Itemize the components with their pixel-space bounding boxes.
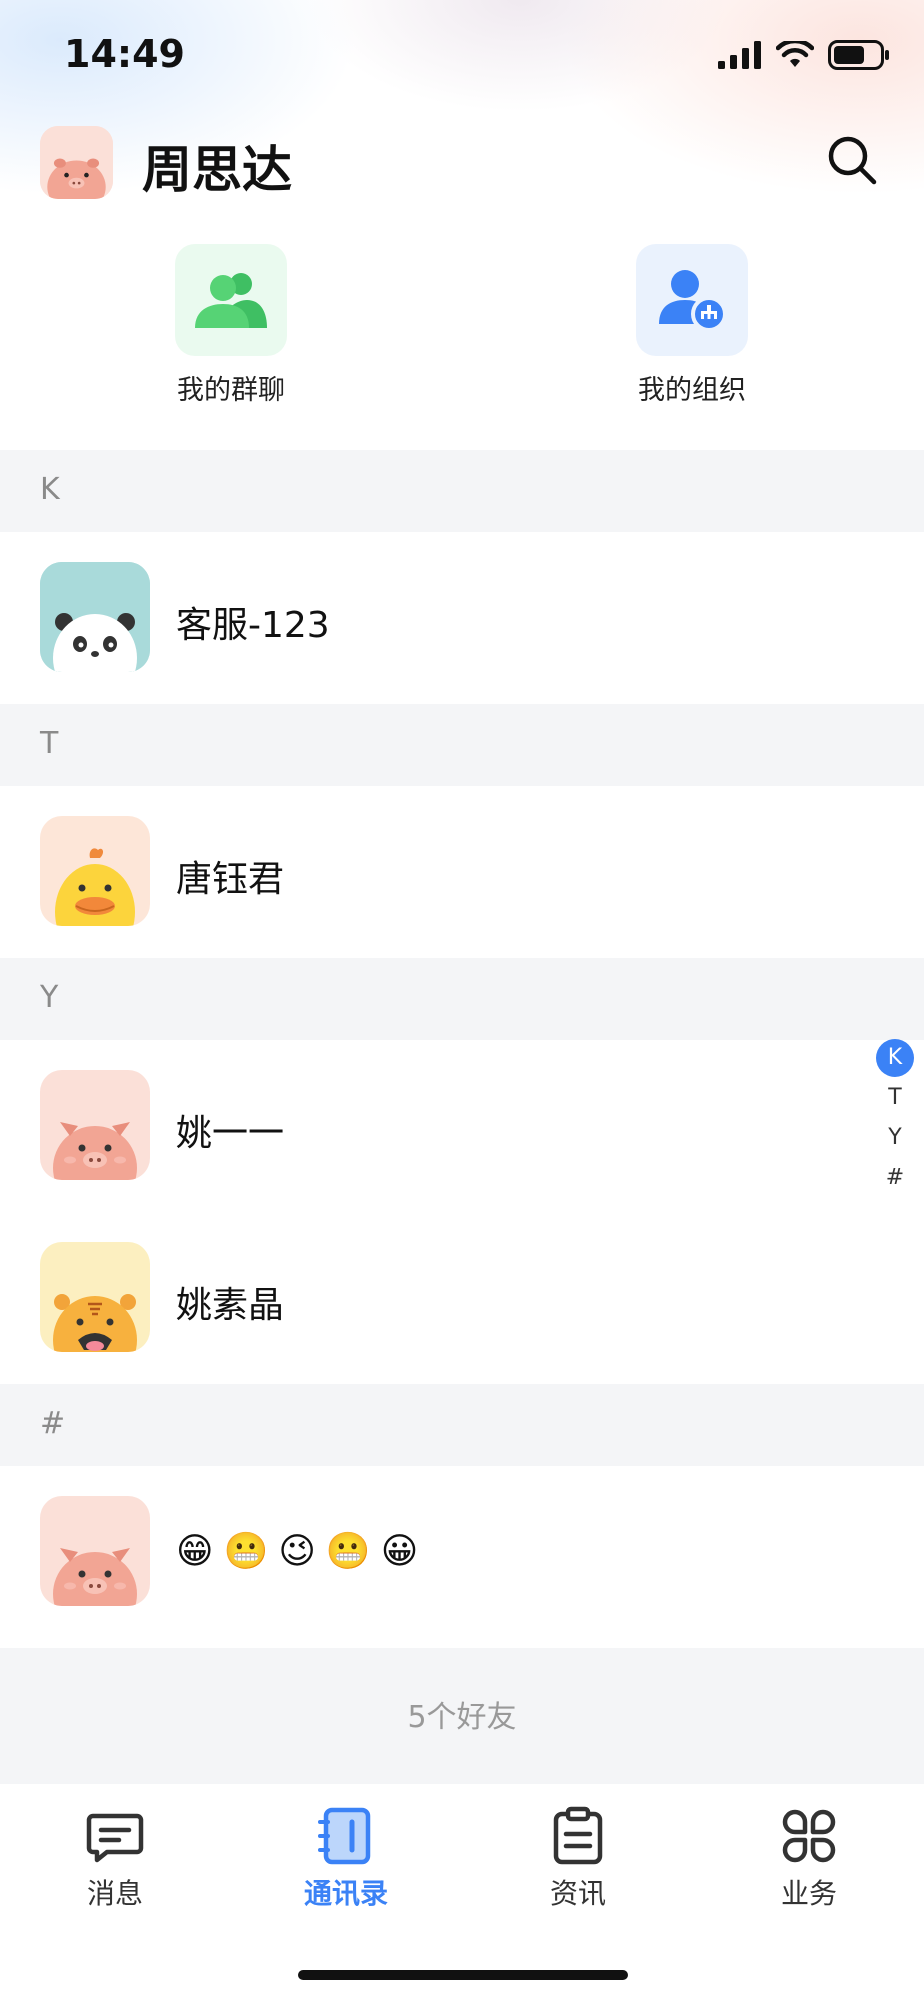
alphabet-index-bar[interactable]: K T Y #: [874, 1038, 916, 1198]
contact-row[interactable]: 客服-123: [0, 532, 924, 704]
chick-avatar: [40, 816, 150, 926]
contact-name: 唐钰君: [176, 859, 285, 900]
tab-news[interactable]: 资讯: [498, 1806, 658, 1912]
tab-messages[interactable]: 消息: [35, 1806, 195, 1912]
section-letter: K: [40, 472, 60, 507]
index-letter-k[interactable]: K: [874, 1038, 916, 1078]
search-icon: [828, 136, 877, 185]
section-letter: Y: [40, 980, 59, 1015]
organization-tile: [636, 244, 748, 356]
clipboard-icon: [553, 1806, 603, 1865]
pig-avatar: [40, 1496, 150, 1606]
contact-name: 客服-123: [176, 605, 330, 646]
wifi-icon: [776, 41, 814, 67]
message-icon: [86, 1813, 144, 1863]
my-org-label: 我的组织: [638, 375, 746, 406]
my-org-shortcut[interactable]: 我的组织: [592, 244, 792, 407]
organization-icon: [659, 270, 727, 332]
friend-count-footer: 5个好友: [0, 1648, 924, 1784]
section-header-k: K: [0, 450, 924, 532]
contact-row[interactable]: 姚一一: [0, 1040, 924, 1212]
panda-avatar: [40, 562, 150, 672]
pig-avatar: [40, 1070, 150, 1180]
signal-icon: [718, 41, 761, 69]
my-groups-shortcut[interactable]: 我的群聊: [131, 244, 331, 407]
group-people-icon: [195, 273, 267, 328]
section-header-hash: #: [0, 1384, 924, 1466]
my-groups-label: 我的群聊: [177, 375, 285, 406]
battery-icon: [828, 40, 889, 70]
tab-label: 通讯录: [303, 1877, 388, 1910]
grid-clover-icon: [782, 1809, 836, 1863]
contact-name: 姚一一: [176, 1113, 285, 1154]
status-icons: [718, 40, 890, 70]
user-avatar[interactable]: [40, 126, 113, 199]
section-letter: #: [40, 1406, 66, 1441]
index-letter-hash[interactable]: #: [874, 1158, 916, 1198]
index-letter-y[interactable]: Y: [874, 1118, 916, 1158]
tab-label: 资讯: [549, 1877, 606, 1910]
bottom-tab-bar: 消息 通讯录 资讯 业务: [0, 1784, 924, 2000]
friend-count: 5个好友: [407, 1700, 517, 1735]
contact-row[interactable]: 唐钰君: [0, 786, 924, 958]
contact-name: 😁😬😉😬😀: [176, 1531, 429, 1572]
page-title: 周思达: [142, 141, 292, 199]
index-letter-t[interactable]: T: [874, 1078, 916, 1118]
search-button[interactable]: [826, 134, 878, 186]
group-chat-tile: [175, 244, 287, 356]
section-header-y: Y: [0, 958, 924, 1040]
tiger-avatar: [40, 1242, 150, 1352]
contact-row[interactable]: 姚素晶: [0, 1212, 924, 1384]
home-indicator: [298, 1970, 628, 1980]
section-letter: T: [40, 726, 59, 761]
tab-contacts[interactable]: 通讯录: [266, 1806, 426, 1912]
status-time: 14:49: [64, 32, 185, 76]
tab-label: 消息: [86, 1877, 143, 1910]
tab-business[interactable]: 业务: [729, 1806, 889, 1912]
section-header-t: T: [0, 704, 924, 786]
contact-name: 姚素晶: [176, 1285, 285, 1326]
contacts-book-icon: [318, 1807, 371, 1865]
contact-row[interactable]: 😁😬😉😬😀: [0, 1466, 924, 1638]
tab-label: 业务: [780, 1877, 837, 1910]
